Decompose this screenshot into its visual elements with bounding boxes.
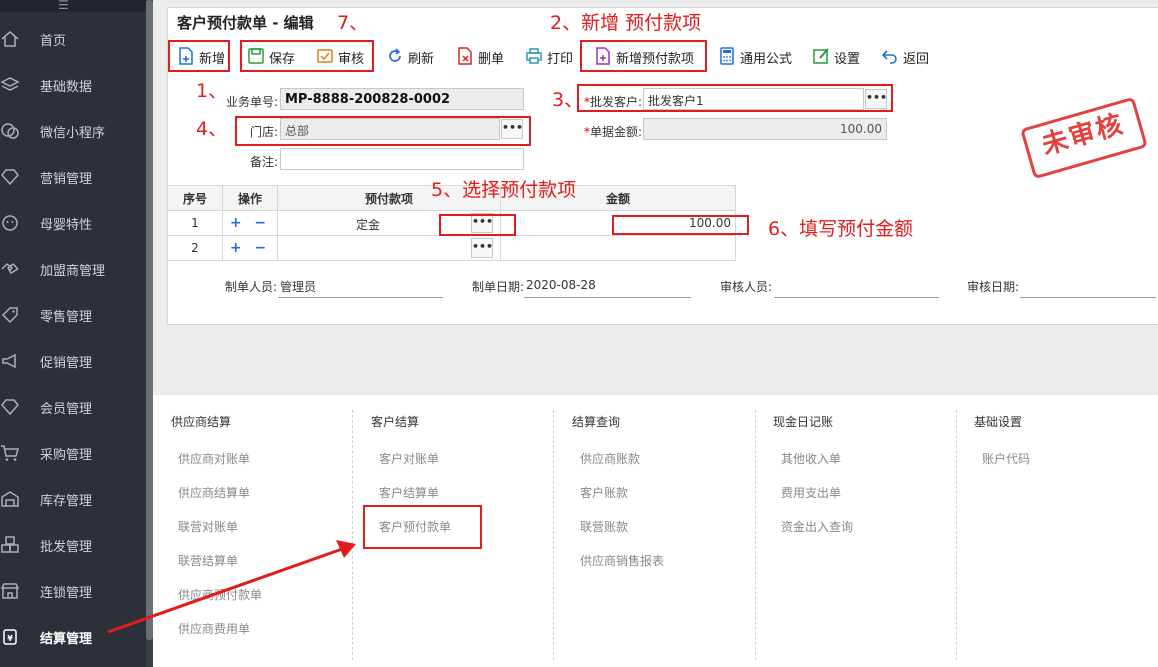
annotation-arrow [107,540,356,634]
